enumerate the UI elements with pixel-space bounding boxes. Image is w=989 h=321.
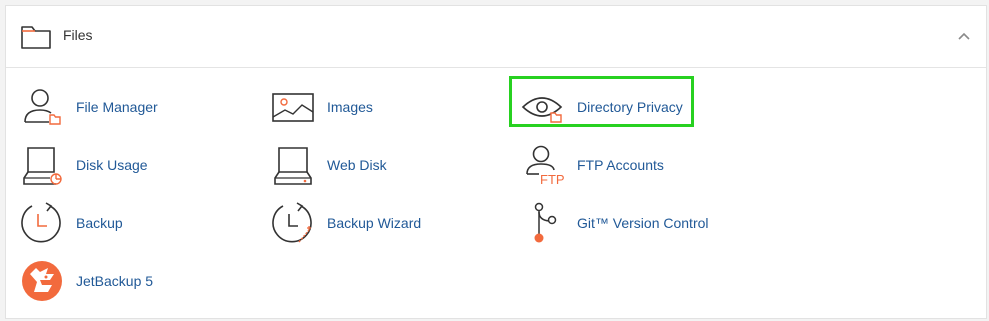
- backup-clock-icon: [20, 202, 64, 244]
- backup-wizard-link[interactable]: Backup Wizard: [271, 202, 421, 244]
- eye-folder-icon: [521, 86, 565, 128]
- file-manager-link[interactable]: File Manager: [20, 86, 158, 128]
- svg-text:FTP: FTP: [540, 172, 565, 186]
- directory-privacy-link[interactable]: Directory Privacy: [521, 86, 683, 128]
- chevron-up-icon[interactable]: [956, 28, 972, 44]
- files-panel: Files File Manager Images Directory Priv…: [5, 5, 987, 319]
- images-link[interactable]: Images: [271, 86, 373, 128]
- ftp-accounts-link[interactable]: FTP FTP Accounts: [521, 144, 664, 186]
- item-label: JetBackup 5: [76, 273, 154, 289]
- item-label: FTP Accounts: [577, 157, 664, 173]
- panel-header[interactable]: Files: [6, 6, 986, 68]
- git-version-control-link[interactable]: Git™ Version Control: [521, 202, 709, 244]
- drive-icon: [271, 144, 315, 186]
- section-title: Files: [63, 27, 93, 43]
- image-icon: [271, 86, 315, 128]
- user-ftp-icon: FTP: [521, 144, 565, 186]
- item-label: Disk Usage: [76, 157, 148, 173]
- disk-pie-icon: [20, 144, 64, 186]
- item-label: Git™ Version Control: [577, 215, 709, 231]
- backup-wand-icon: [271, 202, 315, 244]
- user-folder-icon: [20, 86, 64, 128]
- item-label: Directory Privacy: [577, 99, 683, 115]
- item-label: Backup Wizard: [327, 215, 422, 231]
- jetbackup-link[interactable]: JetBackup 5: [20, 260, 153, 302]
- git-branch-icon: [521, 202, 565, 244]
- item-label: Images: [327, 99, 373, 115]
- disk-usage-link[interactable]: Disk Usage: [20, 144, 148, 186]
- backup-link[interactable]: Backup: [20, 202, 123, 244]
- item-label: File Manager: [76, 99, 158, 115]
- item-label: Backup: [76, 215, 123, 231]
- web-disk-link[interactable]: Web Disk: [271, 144, 387, 186]
- folder-icon: [20, 24, 52, 50]
- jetbackup-logo-icon: [20, 260, 64, 302]
- item-label: Web Disk: [327, 157, 387, 173]
